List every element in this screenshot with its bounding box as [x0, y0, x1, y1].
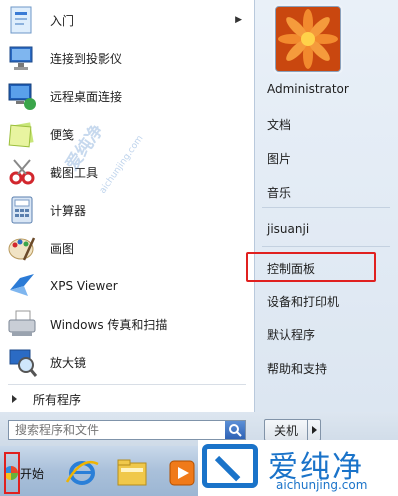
- internet-explorer-icon[interactable]: [62, 454, 102, 492]
- projector-icon: [6, 42, 38, 74]
- sticky-notes-icon: [6, 118, 38, 150]
- user-picture[interactable]: [275, 6, 341, 72]
- pictures-link[interactable]: 图片: [267, 150, 291, 167]
- media-player-icon[interactable]: [162, 454, 202, 492]
- divider: [262, 207, 390, 208]
- shutdown-options-arrow[interactable]: [307, 419, 321, 441]
- program-label: 放大镜: [50, 355, 87, 370]
- divider: [262, 246, 390, 247]
- flower-avatar-icon: [276, 7, 340, 71]
- file-explorer-icon[interactable]: [112, 454, 152, 492]
- paint-icon: [6, 232, 38, 264]
- remote-desktop-icon: [6, 80, 38, 112]
- search-button[interactable]: [225, 421, 245, 439]
- brand-logo-icon: [202, 444, 258, 488]
- shutdown-button[interactable]: 关机: [264, 419, 308, 441]
- program-item-magnifier[interactable]: 放大镜: [6, 344, 248, 380]
- program-item-paint[interactable]: 画图: [6, 230, 248, 266]
- program-label: Windows 传真和扫描: [50, 317, 168, 332]
- music-link[interactable]: 音乐: [267, 184, 291, 201]
- default-programs-link[interactable]: 默认程序: [267, 326, 315, 343]
- expand-arrow-icon: [12, 395, 17, 403]
- xps-viewer-icon: [6, 270, 38, 302]
- program-item-xps-viewer[interactable]: XPS Viewer: [6, 268, 248, 304]
- search-box[interactable]: [8, 420, 246, 440]
- snipping-tool-icon: [6, 156, 38, 188]
- search-icon: [229, 424, 242, 437]
- devices-printers-link[interactable]: 设备和打印机: [267, 293, 339, 310]
- program-item-getting-started[interactable]: 入门 ▶: [6, 2, 248, 38]
- magnifier-icon: [6, 346, 38, 378]
- all-programs-label: 所有程序: [33, 392, 82, 407]
- user-name-link[interactable]: Administrator: [267, 82, 349, 96]
- documents-link[interactable]: 文档: [267, 116, 291, 133]
- program-item-projector[interactable]: 连接到投影仪: [6, 40, 248, 76]
- program-label: 连接到投影仪: [50, 51, 123, 66]
- computer-link[interactable]: jisuanji: [267, 222, 309, 236]
- program-label: 画图: [50, 241, 75, 256]
- program-item-remote-desktop[interactable]: 远程桌面连接: [6, 78, 248, 114]
- all-programs-item[interactable]: 所有程序: [6, 388, 248, 410]
- submenu-arrow-icon: ▶: [235, 15, 242, 25]
- start-highlight: [4, 452, 20, 494]
- program-label: XPS Viewer: [50, 279, 118, 293]
- program-label: 入门: [50, 13, 75, 28]
- watermark-badge: 爱纯净 aichunjing.com: [198, 440, 398, 496]
- calculator-icon: [6, 194, 38, 226]
- program-label: 计算器: [50, 203, 87, 218]
- program-item-fax-scan[interactable]: Windows 传真和扫描: [6, 306, 248, 342]
- program-label: 远程桌面连接: [50, 89, 123, 104]
- divider: [8, 384, 246, 385]
- search-input[interactable]: [11, 422, 227, 438]
- getting-started-icon: [6, 4, 38, 36]
- control-panel-highlight: [246, 252, 376, 282]
- help-support-link[interactable]: 帮助和支持: [267, 360, 327, 377]
- program-item-calculator[interactable]: 计算器: [6, 192, 248, 228]
- fax-scan-icon: [6, 308, 38, 340]
- watermark-badge-url: aichunjing.com: [276, 478, 368, 492]
- start-label: 开始: [20, 466, 45, 481]
